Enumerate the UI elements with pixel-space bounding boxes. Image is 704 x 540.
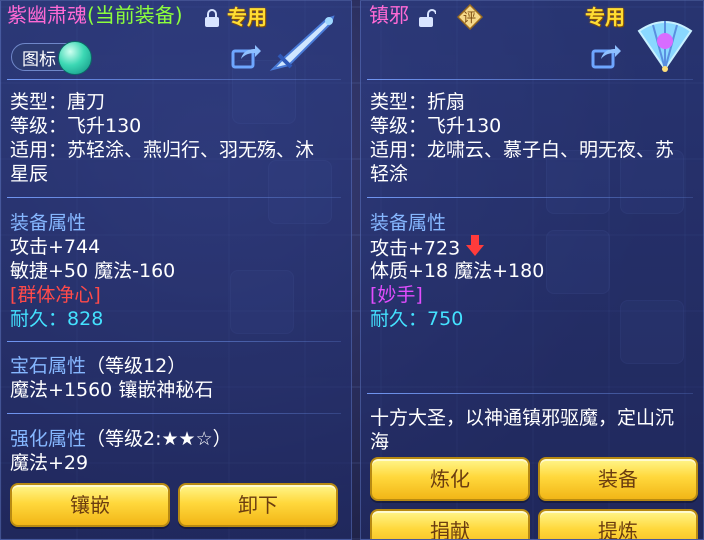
item-description: 十方大圣，以神通镇邪驱魔，定山沉 <box>370 407 675 429</box>
unequip-button[interactable]: 卸下 <box>178 483 338 527</box>
attack-stat: 攻击+723 <box>370 237 461 260</box>
icon-toggle-label: 图标 <box>22 50 56 70</box>
donate-button[interactable]: 捐献 <box>370 509 530 539</box>
lock-closed-icon[interactable] <box>204 8 220 32</box>
extra-stats: 敏捷+50 魔法-160 <box>10 260 176 282</box>
durability-label: 耐久： <box>10 308 68 330</box>
extra-stats: 体质+18 魔法+180 <box>370 260 545 282</box>
item-usable-cont: 星辰 <box>10 163 49 185</box>
gem-row: 宝石属性（等级12） <box>10 354 186 378</box>
item-level: 等级：飞升130 <box>370 115 502 137</box>
extract-button[interactable]: 提炼 <box>538 509 698 539</box>
rating-badge-icon[interactable]: 评 <box>456 3 484 31</box>
gem-header: 宝石属性 <box>10 355 87 377</box>
attr-header: 装备属性 <box>10 212 87 234</box>
equipped-tag: (当前装备) <box>87 3 183 27</box>
exclusive-badge: 专用 <box>585 5 625 29</box>
divider <box>7 197 341 198</box>
equip-button[interactable]: 装备 <box>538 457 698 501</box>
item-level: 等级：飞升130 <box>10 115 142 137</box>
durability: 耐久：828 <box>10 307 103 331</box>
attr-header: 装备属性 <box>370 212 447 234</box>
inlay-button[interactable]: 镶嵌 <box>10 483 170 527</box>
sword-icon <box>269 13 339 77</box>
divider <box>7 341 341 342</box>
forge-header: 强化属性 <box>10 428 87 450</box>
item-name: 紫幽肃魂(当前装备) <box>7 3 183 27</box>
lock-open-icon[interactable] <box>418 8 437 32</box>
item-type: 类型：折扇 <box>370 91 466 113</box>
gem-level: （等级12） <box>86 355 187 377</box>
share-icon[interactable] <box>591 43 621 73</box>
item-name: 镇邪 <box>369 3 409 27</box>
exclusive-badge: 专用 <box>227 5 267 29</box>
durability-value: 828 <box>67 308 104 330</box>
item-type: 类型：唐刀 <box>10 91 106 113</box>
special-skill: [群体净心] <box>10 284 101 306</box>
divider <box>7 413 341 414</box>
special-skill: [妙手] <box>370 284 423 306</box>
icon-toggle[interactable]: 图标 <box>11 41 92 75</box>
toggle-knob <box>58 41 92 75</box>
durability-value: 750 <box>427 308 464 330</box>
share-icon[interactable] <box>231 43 261 73</box>
gem-stat: 魔法+1560 镶嵌神秘石 <box>10 379 214 401</box>
item-name-text: 紫幽肃魂 <box>7 3 87 27</box>
divider <box>367 197 693 198</box>
current-equipment-panel: 紫幽肃魂(当前装备) 专用 图标 类型：唐刀 等级：飞升130 适用：苏轻涂、燕… <box>0 0 352 540</box>
forge-level: （等级2:★★☆） <box>86 428 232 450</box>
item-usable: 适用：龙啸云、慕子白、明无夜、苏 <box>370 139 675 161</box>
item-usable-cont: 轻涂 <box>370 163 409 185</box>
rating-badge-text: 评 <box>463 11 477 26</box>
durability-label: 耐久： <box>370 308 428 330</box>
divider <box>367 393 693 394</box>
forge-stat: 魔法+29 <box>10 452 89 474</box>
divider <box>367 79 693 80</box>
durability: 耐久：750 <box>370 307 463 331</box>
forge-row: 强化属性（等级2:★★☆） <box>10 427 232 451</box>
divider <box>7 79 341 80</box>
item-description-cont: 海 <box>370 431 390 453</box>
refine-button[interactable]: 炼化 <box>370 457 530 501</box>
item-usable: 适用：苏轻涂、燕归行、羽无殇、沐 <box>10 139 315 161</box>
fan-icon <box>633 11 697 79</box>
attack-stat: 攻击+744 <box>10 236 101 258</box>
compare-equipment-panel: 镇邪 评 专用 类型：折扇 等级：飞升130 适用：龙啸云、慕子白、明无夜、苏 … <box>360 0 704 540</box>
